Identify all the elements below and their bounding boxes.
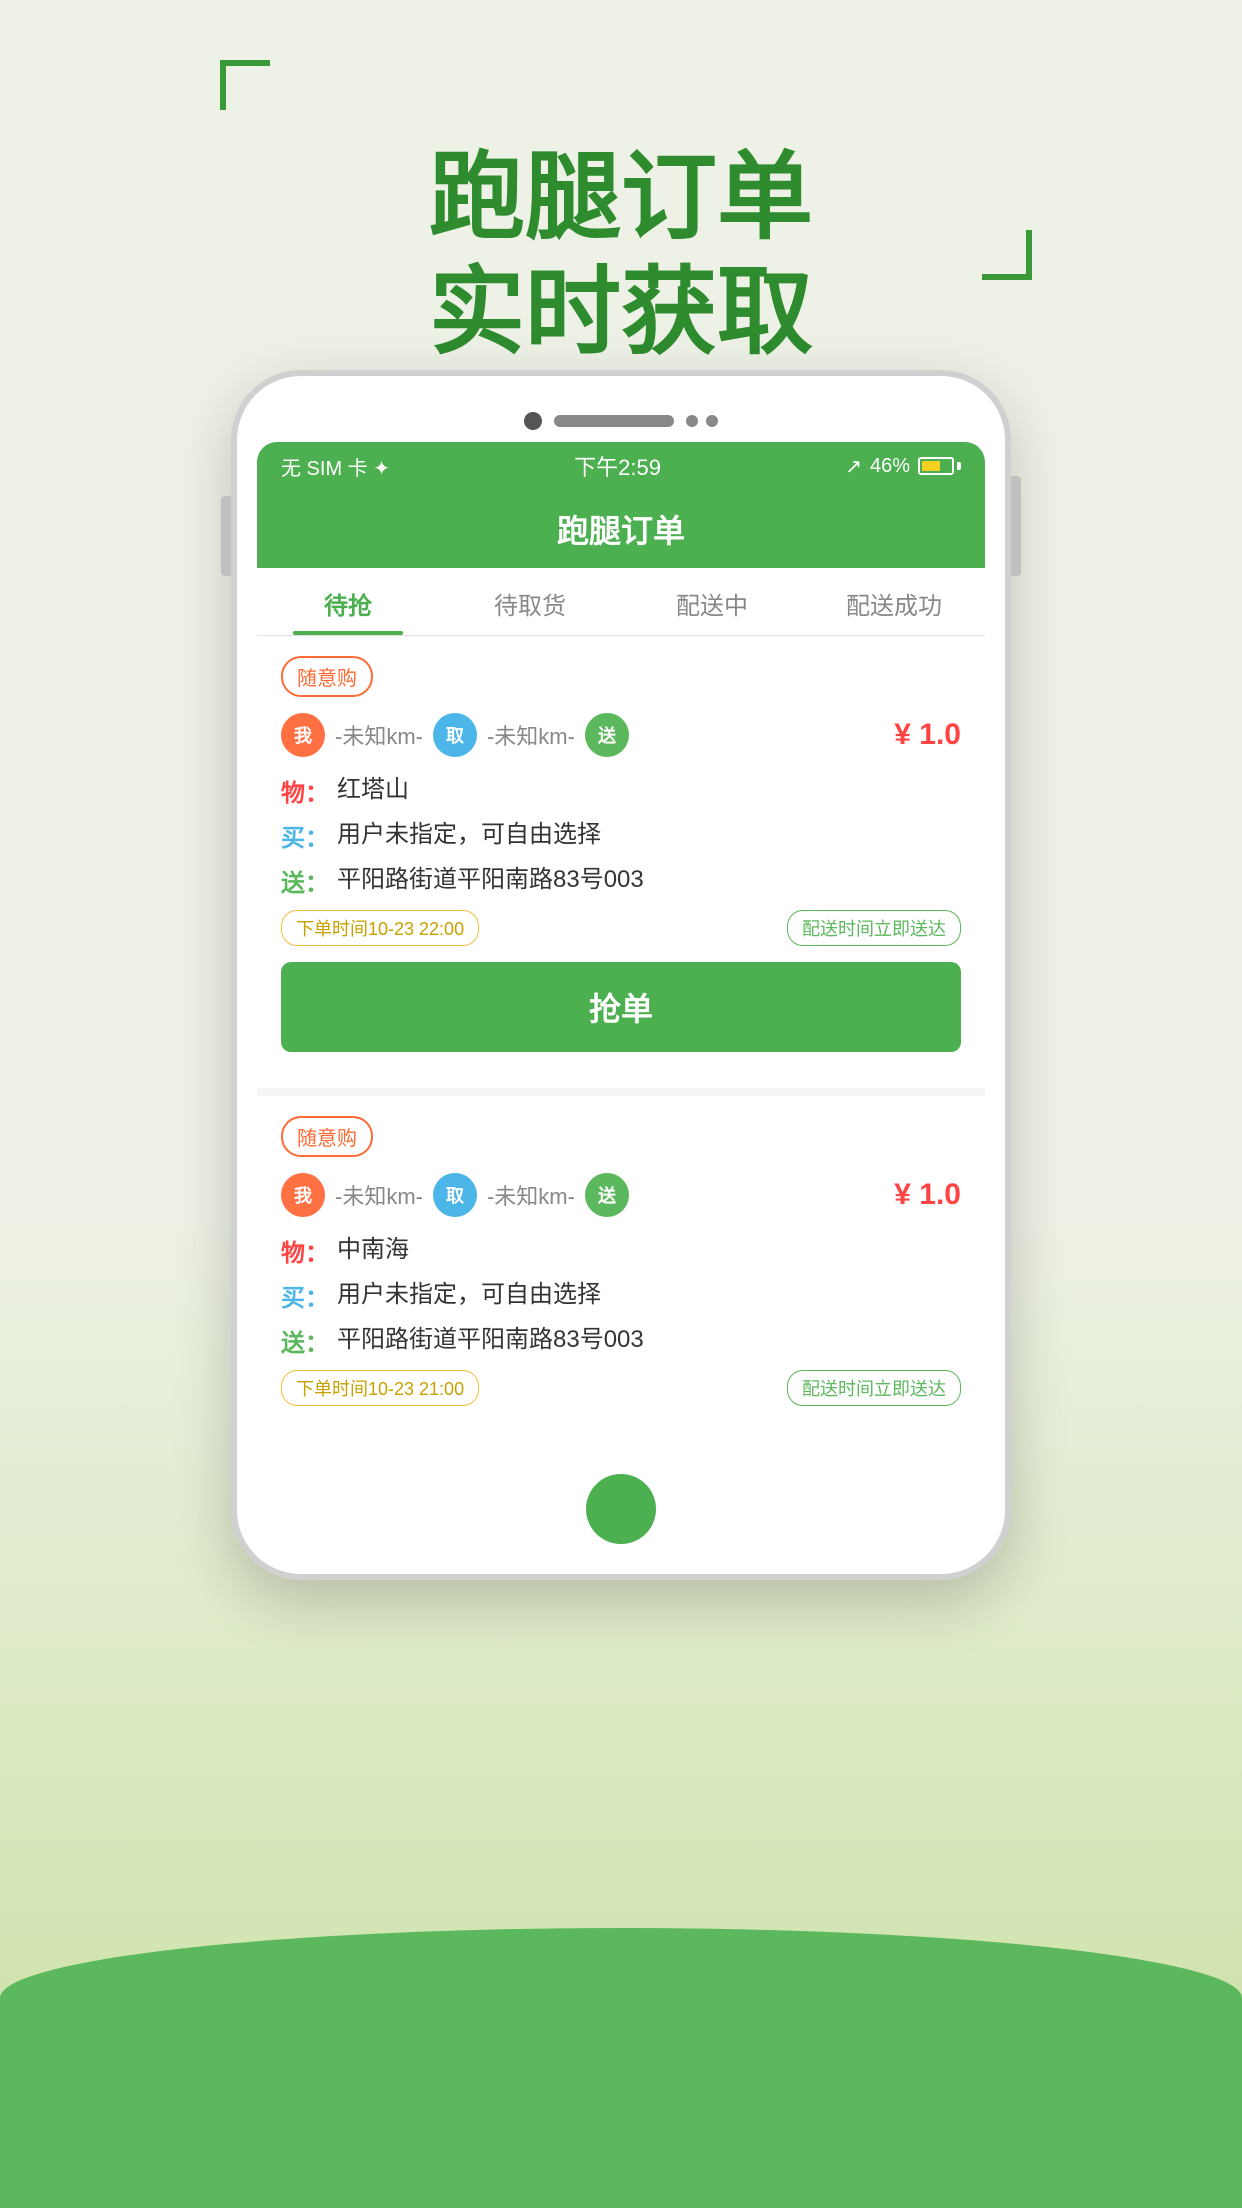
- sim-text: 无 SIM 卡 ✦: [281, 452, 390, 481]
- header-section: 跑腿订单 实时获取: [0, 60, 1242, 370]
- goods-value-1: 红塔山: [337, 773, 409, 807]
- pin-me-2: 我: [281, 1173, 325, 1217]
- tab-pending-grab[interactable]: 待抢: [257, 568, 439, 635]
- tab-delivered[interactable]: 配送成功: [803, 568, 985, 635]
- distance2-1: -未知km-: [477, 719, 585, 751]
- phone-sensor-dot-1: [686, 415, 698, 427]
- pin-qu-1: 取: [433, 713, 477, 757]
- battery-percentage: 46%: [870, 455, 910, 478]
- grab-button-1[interactable]: 抢单: [281, 962, 961, 1052]
- address-label-2: 送：: [281, 1323, 329, 1358]
- phone-screen: 无 SIM 卡 ✦ 下午2:59 ↗ 46% 跑腿订单: [257, 442, 985, 1554]
- goods-row-1: 物： 红塔山: [281, 773, 961, 808]
- delivery-time-tag-2: 配送时间立即送达: [787, 1370, 961, 1406]
- phone-sensors: [686, 415, 718, 427]
- status-bar-time: 下午2:59: [574, 450, 661, 482]
- tab-pending-pickup[interactable]: 待取货: [439, 568, 621, 635]
- pin-qu-2: 取: [433, 1173, 477, 1217]
- buyer-row-1: 买： 用户未指定，可自由选择: [281, 818, 961, 853]
- route-info-1: 我 -未知km- 取 -未知km- 送 ¥ 1.0: [281, 713, 961, 757]
- tab-bar[interactable]: 待抢 待取货 配送中 配送成功: [257, 568, 985, 636]
- buyer-value-2: 用户未指定，可自由选择: [337, 1278, 601, 1312]
- buyer-label-1: 买：: [281, 818, 329, 853]
- phone-side-button-right: [1011, 476, 1021, 576]
- status-bar: 无 SIM 卡 ✦ 下午2:59 ↗ 46%: [257, 442, 985, 490]
- phone-outer-shell: 无 SIM 卡 ✦ 下午2:59 ↗ 46% 跑腿订单: [231, 370, 1011, 1580]
- order-card-1: 随意购 我 -未知km- 取 -未知km- 送 ¥ 1.0: [257, 636, 985, 1072]
- battery-body: [918, 457, 954, 475]
- phone-speaker: [554, 415, 674, 427]
- order-badge-2: 随意购: [281, 1116, 373, 1157]
- order-time-tag-1: 下单时间10-23 22:00: [281, 910, 479, 946]
- goods-label-1: 物：: [281, 773, 329, 808]
- order-card-2: 随意购 我 -未知km- 取 -未知km- 送 ¥ 1.0: [257, 1088, 985, 1442]
- address-row-2: 送： 平阳路街道平阳南路83号003: [281, 1323, 961, 1358]
- buyer-value-1: 用户未指定，可自由选择: [337, 818, 601, 852]
- phone-camera-dot: [524, 412, 542, 430]
- status-bar-left: 无 SIM 卡 ✦: [281, 452, 390, 481]
- pin-me-1: 我: [281, 713, 325, 757]
- buyer-label-2: 买：: [281, 1278, 329, 1313]
- order-price-2: ¥ 1.0: [894, 1178, 961, 1212]
- address-label-1: 送：: [281, 863, 329, 898]
- main-title: 跑腿订单 实时获取: [0, 60, 1242, 370]
- battery-tip: [957, 462, 961, 470]
- distance1-2: -未知km-: [325, 1179, 433, 1211]
- tab-delivering[interactable]: 配送中: [621, 568, 803, 635]
- distance2-2: -未知km-: [477, 1179, 585, 1211]
- goods-label-2: 物：: [281, 1233, 329, 1268]
- phone-mockup: 无 SIM 卡 ✦ 下午2:59 ↗ 46% 跑腿订单: [231, 370, 1011, 1580]
- pin-song-2: 送: [585, 1173, 629, 1217]
- address-row-1: 送： 平阳路街道平阳南路83号003: [281, 863, 961, 898]
- phone-sensor-dot-2: [706, 415, 718, 427]
- pin-song-1: 送: [585, 713, 629, 757]
- green-wave-decoration: [0, 1928, 1242, 2208]
- tags-row-1: 下单时间10-23 22:00 配送时间立即送达: [281, 910, 961, 946]
- order-time-tag-2: 下单时间10-23 21:00: [281, 1370, 479, 1406]
- buyer-row-2: 买： 用户未指定，可自由选择: [281, 1278, 961, 1313]
- battery-icon: [918, 457, 961, 475]
- app-header: 跑腿订单: [257, 490, 985, 568]
- phone-home-area: [257, 1458, 985, 1554]
- phone-notch-area: [257, 396, 985, 442]
- tags-row-2: 下单时间10-23 21:00 配送时间立即送达: [281, 1370, 961, 1406]
- delivery-time-tag-1: 配送时间立即送达: [787, 910, 961, 946]
- goods-row-2: 物： 中南海: [281, 1233, 961, 1268]
- order-badge-1: 随意购: [281, 656, 373, 697]
- distance1-1: -未知km-: [325, 719, 433, 751]
- phone-side-button-left: [221, 496, 231, 576]
- phone-home-button[interactable]: [586, 1474, 656, 1544]
- battery-fill: [922, 461, 940, 471]
- route-info-2: 我 -未知km- 取 -未知km- 送 ¥ 1.0: [281, 1173, 961, 1217]
- order-price-1: ¥ 1.0: [894, 718, 961, 752]
- location-icon: ↗: [845, 454, 862, 479]
- address-value-1: 平阳路街道平阳南路83号003: [337, 863, 644, 897]
- status-bar-right: ↗ 46%: [845, 454, 961, 479]
- goods-value-2: 中南海: [337, 1233, 409, 1267]
- address-value-2: 平阳路街道平阳南路83号003: [337, 1323, 644, 1357]
